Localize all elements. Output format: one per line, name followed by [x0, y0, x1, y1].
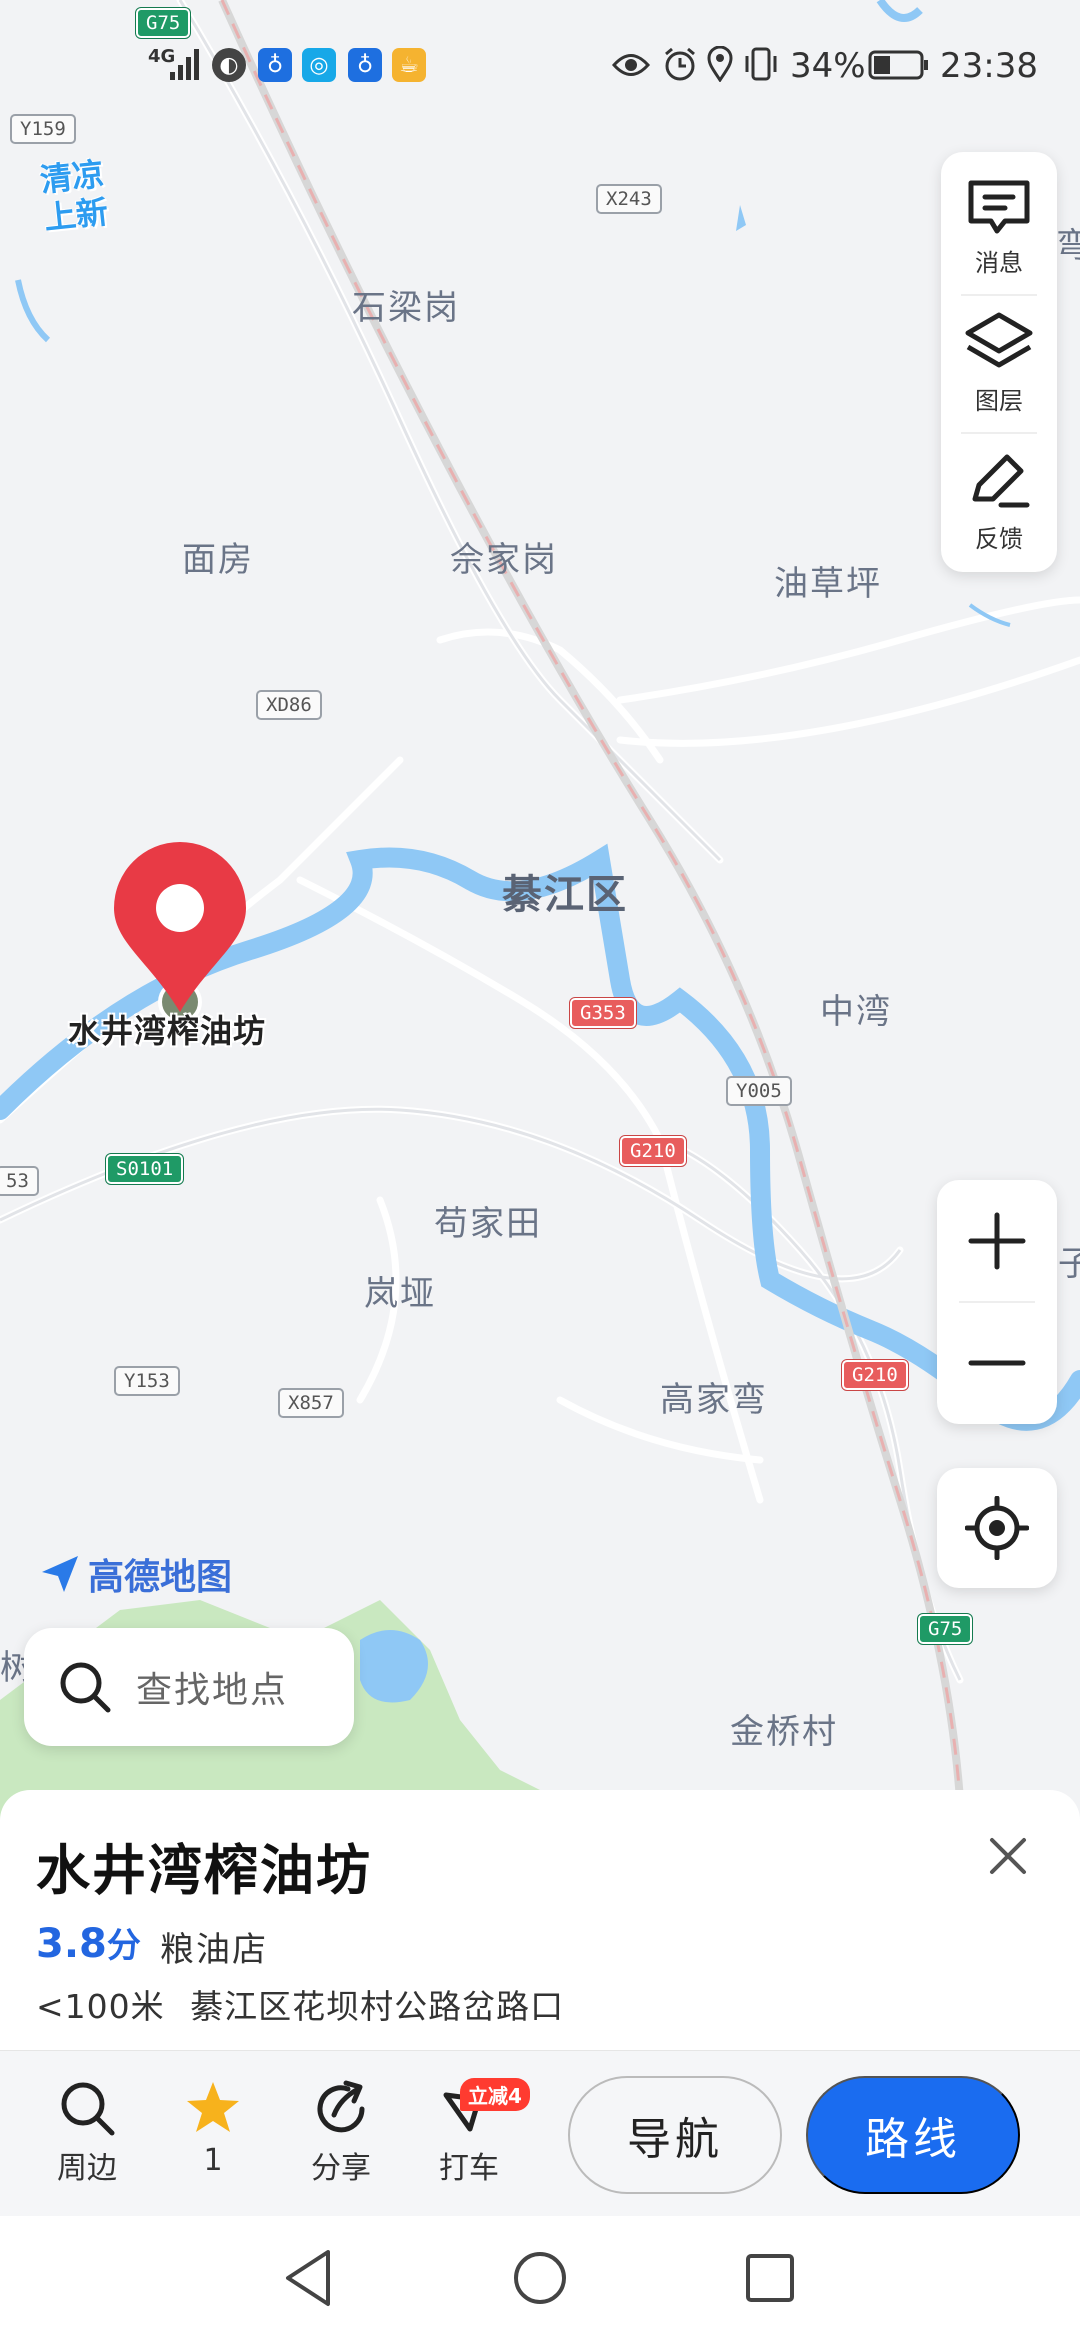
road-shield: XD86	[256, 690, 322, 720]
road-shield: G210	[620, 1136, 686, 1166]
close-icon[interactable]	[984, 1832, 1032, 1880]
clock: 23:38	[940, 46, 1038, 86]
taxi-promo-badge: 立减4	[460, 2078, 530, 2111]
share-button[interactable]: 分享	[286, 2079, 396, 2187]
favorite-button[interactable]: 1	[158, 2079, 268, 2178]
road-shield: G353	[570, 998, 636, 1028]
feedback-button[interactable]: 反馈	[941, 436, 1057, 566]
browser-app-icon: ◐	[212, 48, 246, 82]
road-shield: G75	[918, 1614, 973, 1644]
place-label: 弯	[1056, 226, 1080, 266]
pin-icon	[114, 842, 246, 1024]
feedback-label: 反馈	[975, 524, 1023, 553]
district-label: 綦江区	[502, 872, 628, 918]
recents-icon[interactable]	[736, 2244, 804, 2312]
favorite-count: 1	[203, 2143, 223, 2178]
taxi-label: 打车	[439, 2151, 499, 2186]
gaode-logo: 高德地图	[38, 1548, 232, 1600]
signal-icon	[170, 49, 199, 80]
promo-line-2: 上新	[42, 192, 110, 238]
navigate-button[interactable]: 导航	[568, 2076, 782, 2194]
place-label: 油草坪	[774, 564, 882, 604]
map-view[interactable]: 清凉 上新 石梁岗 面房 佘家岗 油草坪 綦江区 中湾 苟家田 岚垭 高家弯 金…	[0, 0, 1080, 1830]
search-box[interactable]: 查找地点	[24, 1628, 354, 1746]
poi-address: 綦江区花坝村公路岔路口	[190, 1987, 565, 2026]
system-nav-bar	[0, 2216, 1080, 2340]
messages-label: 消息	[975, 248, 1023, 277]
bulb-app-icon: ♁	[258, 48, 292, 82]
status-bar: 4G ◐ ♁ ◎ ♁ ☕ 34% 23:38	[0, 0, 1080, 130]
road-shield: Y005	[726, 1076, 792, 1106]
place-label: 子	[1058, 1244, 1080, 1284]
place-label: 佘家岗	[450, 540, 558, 580]
crosshair-icon	[965, 1496, 1029, 1560]
eye-icon	[612, 54, 650, 76]
star-icon	[187, 2082, 239, 2132]
poi-rating: 3.8分	[36, 1918, 141, 1967]
message-icon	[968, 180, 1030, 233]
alarm-icon	[665, 47, 695, 81]
vibrate-icon	[745, 47, 777, 81]
action-bar: 周边 1 分享 打车 导航 路线	[0, 2050, 1080, 2216]
place-label: 中湾	[820, 992, 892, 1032]
poi-address-line: <100米 綦江区花坝村公路岔路口	[36, 1980, 564, 2028]
search-app-icon: ◎	[302, 48, 336, 82]
nearby-button[interactable]: 周边	[32, 2079, 142, 2187]
place-label: 面房	[182, 540, 254, 580]
gaode-arrow-icon	[42, 1556, 78, 1592]
layers-button[interactable]: 图层	[941, 298, 1057, 428]
plus-icon	[968, 1212, 1026, 1270]
road-shield: Y153	[114, 1366, 180, 1396]
edit-icon	[972, 454, 1030, 507]
home-icon[interactable]	[506, 2244, 574, 2312]
nearby-label: 周边	[57, 2151, 117, 2186]
zoom-out-button[interactable]	[937, 1302, 1057, 1424]
poi-category: 粮油店	[160, 1930, 268, 1970]
poi-title: 水井湾榨油坊	[36, 1839, 372, 1902]
road-shield: G210	[842, 1360, 908, 1390]
zoom-control	[937, 1180, 1057, 1424]
zoom-in-button[interactable]	[937, 1180, 1057, 1302]
road-shield: X243	[596, 184, 662, 214]
bulb-app-icon-2: ♁	[348, 48, 382, 82]
route-button[interactable]: 路线	[806, 2076, 1020, 2194]
share-label: 分享	[311, 2151, 371, 2186]
location-pin[interactable]	[110, 842, 250, 1026]
gaode-logo-text: 高德地图	[88, 1557, 233, 1598]
messages-button[interactable]: 消息	[941, 162, 1057, 292]
rating-value: 3.8	[36, 1921, 107, 1967]
poi-distance: <100米	[36, 1987, 165, 2026]
road-shield: X857	[278, 1388, 344, 1418]
location-icon	[707, 46, 733, 82]
poi-card[interactable]: 水井湾榨油坊 3.8分 粮油店 <100米 綦江区花坝村公路岔路口	[0, 1790, 1080, 2050]
place-label: 苟家田	[434, 1204, 542, 1244]
road-shield: S0101	[106, 1154, 184, 1184]
place-label: 高家弯	[660, 1380, 768, 1420]
place-label: 金桥村	[730, 1712, 838, 1752]
promo-banner[interactable]: 清凉 上新	[38, 155, 110, 237]
search-placeholder: 查找地点	[136, 1670, 289, 1711]
search-icon	[61, 2082, 115, 2136]
road-shield: 53	[0, 1166, 39, 1196]
rating-unit: 分	[106, 1926, 141, 1966]
locate-me-button[interactable]	[937, 1468, 1057, 1588]
layers-icon	[965, 312, 1033, 367]
pin-label: 水井湾榨油坊	[68, 1012, 267, 1050]
battery-icon	[868, 50, 928, 80]
cup-app-icon: ☕	[392, 48, 426, 82]
minus-icon	[968, 1360, 1026, 1366]
place-label: 岚垭	[364, 1274, 436, 1314]
share-icon	[317, 2080, 365, 2133]
battery-percent: 34%	[790, 46, 866, 86]
layers-label: 图层	[975, 386, 1023, 415]
search-icon	[60, 1662, 111, 1713]
back-icon[interactable]	[276, 2244, 344, 2312]
place-label: 石梁岗	[352, 288, 460, 328]
map-tools-panel: 消息 图层 反馈	[941, 152, 1057, 572]
